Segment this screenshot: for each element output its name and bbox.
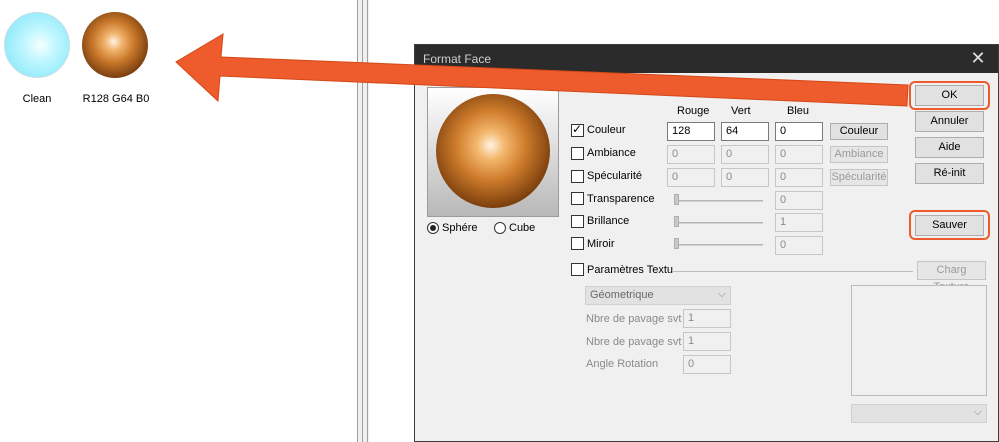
annotation-arrow-shape [175, 33, 909, 107]
annotation-arrow [175, 33, 909, 107]
